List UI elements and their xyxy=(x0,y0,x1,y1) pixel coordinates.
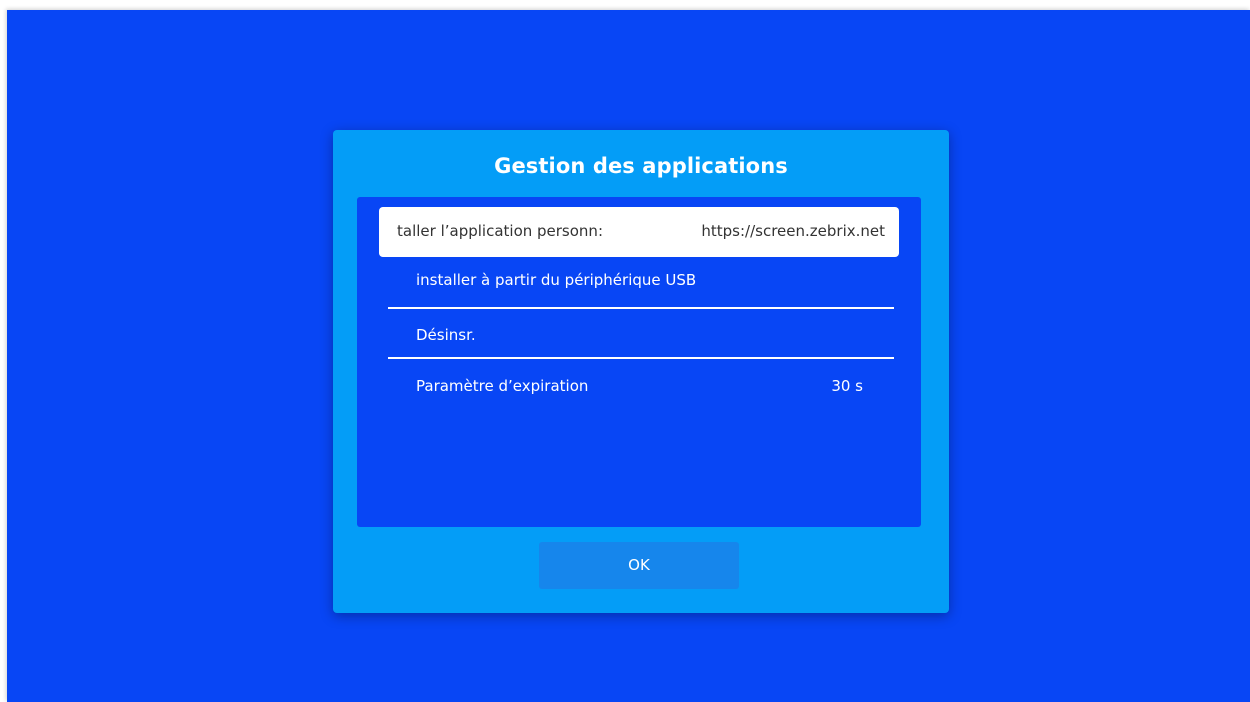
list-item-custom-app[interactable]: taller l’application personn: https://sc… xyxy=(379,207,899,257)
app-management-dialog: Gestion des applications taller l’applic… xyxy=(333,130,949,613)
list-item-label: taller l’application personn: xyxy=(397,222,603,240)
divider xyxy=(388,357,894,359)
list-item-install-usb[interactable]: installer à partir du périphérique USB xyxy=(357,271,921,301)
divider xyxy=(388,307,894,309)
list-item-label: Désinsr. xyxy=(416,326,476,344)
dialog-title: Gestion des applications xyxy=(494,154,788,178)
expiration-value: 30 s xyxy=(831,377,863,395)
list-item-expiration-setting[interactable]: Paramètre d’expiration 30 s xyxy=(357,377,921,407)
ok-button[interactable]: OK xyxy=(539,542,739,589)
custom-app-url-value: https://screen.zebrix.net xyxy=(701,222,885,240)
list-item-uninstall[interactable]: Désinsr. xyxy=(357,326,921,356)
list-item-label: Paramètre d’expiration xyxy=(416,377,589,395)
list-item-label: installer à partir du périphérique USB xyxy=(416,271,697,289)
screen-background: Gestion des applications taller l’applic… xyxy=(7,10,1250,702)
options-list: taller l’application personn: https://sc… xyxy=(357,197,921,527)
